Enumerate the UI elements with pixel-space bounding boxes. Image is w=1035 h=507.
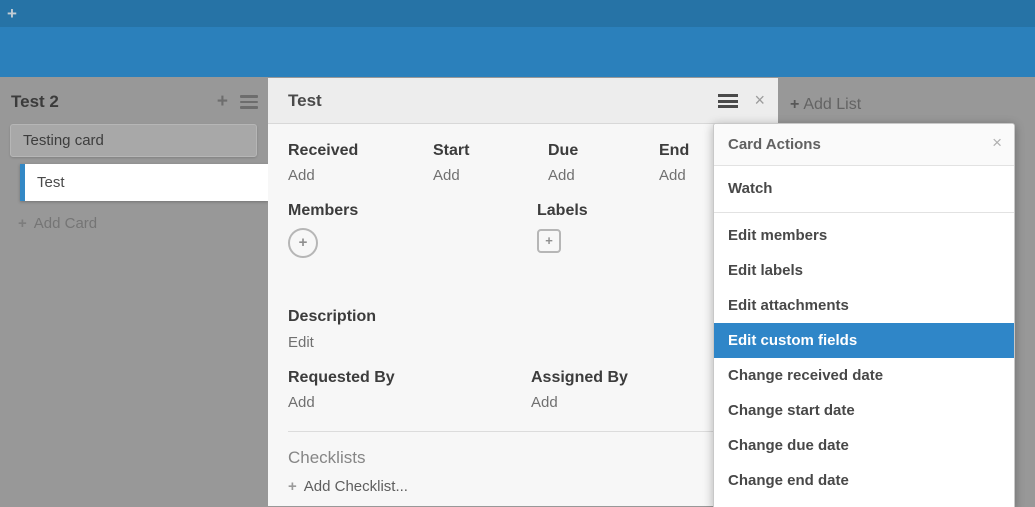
due-date-field: Due Add (548, 142, 659, 185)
card-actions-popup: Card Actions × Watch Edit members Edit l… (713, 123, 1015, 507)
popup-item-change-due-date[interactable]: Change due date (714, 428, 1014, 463)
requested-by-add-link[interactable]: Add (288, 394, 315, 411)
close-icon[interactable]: × (754, 89, 765, 111)
requested-by-section: Requested By Add (288, 369, 531, 412)
list-header: Test 2 + (11, 92, 258, 112)
due-label: Due (548, 142, 659, 160)
plus-icon: + (299, 234, 308, 251)
description-edit-link[interactable]: Edit (288, 334, 314, 351)
popup-menu: Edit members Edit labels Edit attachment… (714, 213, 1014, 498)
list-add-card-icon[interactable]: + (217, 93, 228, 111)
requested-assigned-row: Requested By Add Assigned By Add (288, 369, 758, 412)
received-label: Received (288, 142, 433, 160)
received-date-field: Received Add (288, 142, 433, 185)
add-checklist-link[interactable]: + Add Checklist... (288, 478, 758, 495)
start-date-field: Start Add (433, 142, 548, 185)
add-board-icon[interactable]: + (7, 3, 17, 24)
members-section: Members + (288, 202, 537, 258)
list-card[interactable]: Test (20, 164, 268, 201)
card-actions-menu-icon[interactable] (718, 94, 738, 111)
top-nav-bar: + (0, 0, 1035, 27)
plus-icon: + (545, 233, 553, 248)
description-label: Description (288, 308, 758, 326)
plus-icon: + (18, 215, 27, 232)
received-add-link[interactable]: Add (288, 167, 315, 184)
card-title: Test (288, 91, 322, 111)
popup-item-edit-custom-fields[interactable]: Edit custom fields (714, 323, 1014, 358)
list-card[interactable]: Testing card (10, 124, 257, 157)
popup-item-change-end-date[interactable]: Change end date (714, 463, 1014, 498)
card-detail-panel: Test × Received Add Start Add Due (268, 78, 778, 506)
list-menu-icon[interactable] (240, 95, 258, 109)
popup-item-change-received-date[interactable]: Change received date (714, 358, 1014, 393)
popup-item-edit-attachments[interactable]: Edit attachments (714, 288, 1014, 323)
add-label-button[interactable]: + (537, 229, 561, 253)
checklists-label: Checklists (288, 448, 758, 468)
board-header-band (0, 27, 1035, 77)
end-add-link[interactable]: Add (659, 167, 686, 184)
start-add-link[interactable]: Add (433, 167, 460, 184)
members-label: Members (288, 202, 537, 220)
requested-by-label: Requested By (288, 369, 531, 387)
popup-item-edit-members[interactable]: Edit members (714, 218, 1014, 253)
plus-icon: + (288, 478, 297, 495)
description-section: Description Edit (288, 308, 758, 352)
assigned-by-add-link[interactable]: Add (531, 394, 558, 411)
card-detail-body: Received Add Start Add Due Add End Add (268, 124, 778, 507)
section-divider (288, 431, 758, 432)
popup-item-watch[interactable]: Watch (714, 166, 1014, 213)
popup-item-edit-labels[interactable]: Edit labels (714, 253, 1014, 288)
popup-header: Card Actions × (714, 124, 1014, 166)
add-checklist-label: Add Checklist... (304, 478, 408, 495)
add-list-button[interactable]: +Add List (790, 96, 861, 114)
dates-row: Received Add Start Add Due Add End Add (288, 124, 758, 185)
popup-title: Card Actions (728, 136, 821, 153)
close-icon[interactable]: × (992, 133, 1002, 153)
card-detail-header: Test × (268, 78, 778, 124)
add-list-label: Add List (803, 96, 861, 113)
start-label: Start (433, 142, 548, 160)
list-title: Test 2 (11, 92, 217, 112)
members-labels-row: Members + Labels + (288, 202, 758, 258)
popup-item-change-start-date[interactable]: Change start date (714, 393, 1014, 428)
add-card-label: Add Card (34, 215, 97, 232)
app-window: + Test 2 + Testing card Test + Add Card +… (0, 0, 1035, 507)
due-add-link[interactable]: Add (548, 167, 575, 184)
plus-icon: + (790, 96, 799, 113)
add-card-button[interactable]: + Add Card (18, 215, 97, 232)
add-member-button[interactable]: + (288, 228, 318, 258)
